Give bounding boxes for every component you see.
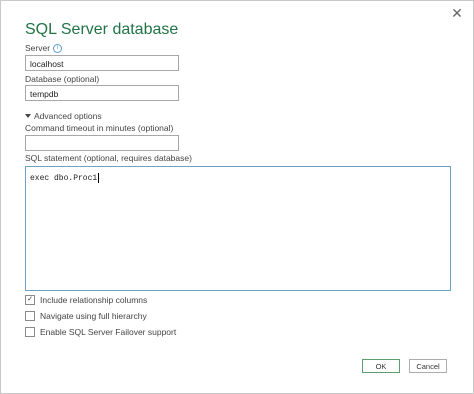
sql-statement-text: exec dbo.Proc1: [30, 174, 98, 184]
sql-statement-label: SQL statement (optional, requires databa…: [25, 153, 192, 163]
server-input[interactable]: localhost: [25, 55, 179, 71]
dialog-title: SQL Server database: [25, 21, 179, 38]
text-cursor: [98, 173, 100, 183]
advanced-options-toggle[interactable]: Advanced options: [25, 111, 102, 121]
include-relationship-columns-option[interactable]: ✓ Include relationship columns: [25, 295, 147, 305]
database-label: Database (optional): [25, 74, 100, 84]
cancel-button[interactable]: Cancel: [409, 359, 447, 373]
sql-server-database-dialog: ✕ SQL Server database Server i localhost …: [0, 0, 474, 394]
include-relationship-columns-label: Include relationship columns: [40, 295, 148, 305]
sql-statement-textarea[interactable]: exec dbo.Proc1: [25, 166, 451, 291]
database-input[interactable]: tempdb: [25, 85, 179, 101]
close-icon[interactable]: ✕: [449, 5, 465, 21]
timeout-input[interactable]: [25, 135, 179, 151]
failover-support-option[interactable]: Enable SQL Server Failover support: [25, 327, 176, 337]
server-label-text: Server: [25, 43, 51, 53]
navigate-full-hierarchy-option[interactable]: Navigate using full hierarchy: [25, 311, 147, 321]
info-icon[interactable]: i: [53, 44, 63, 54]
include-relationship-columns-checkbox[interactable]: ✓: [25, 295, 35, 305]
navigate-full-hierarchy-checkbox[interactable]: [25, 311, 35, 321]
failover-support-label: Enable SQL Server Failover support: [40, 327, 177, 337]
timeout-label: Command timeout in minutes (optional): [25, 123, 174, 133]
failover-support-checkbox[interactable]: [25, 327, 35, 337]
triangle-down-icon: [25, 114, 31, 118]
navigate-full-hierarchy-label: Navigate using full hierarchy: [40, 311, 147, 321]
advanced-options-label: Advanced options: [34, 111, 102, 121]
server-label: Server i: [25, 43, 63, 54]
ok-button[interactable]: OK: [362, 359, 400, 373]
